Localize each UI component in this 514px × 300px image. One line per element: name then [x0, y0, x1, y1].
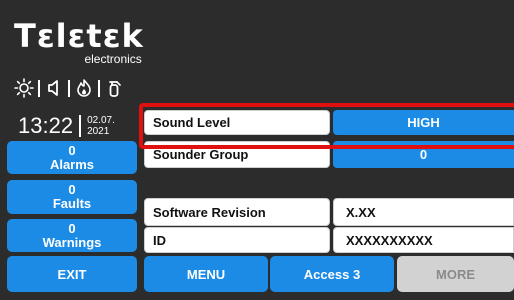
faults-label: Faults: [52, 196, 92, 211]
alarms-count: 0: [68, 142, 76, 158]
access-level-button[interactable]: Access 3: [270, 256, 394, 292]
sun-brightness-icon: [14, 78, 34, 98]
exit-button[interactable]: EXIT: [7, 256, 137, 292]
clock-date-year: 2021: [87, 126, 110, 137]
panel-screen: Tɛlɛtɛk electronics 13:22 02.07. 2021 0 …: [0, 0, 514, 300]
faults-count: 0: [68, 182, 76, 197]
separator: [79, 115, 82, 137]
date-time-display: 13:22 02.07. 2021: [18, 112, 128, 140]
separator: [68, 79, 70, 97]
separator: [38, 79, 40, 97]
brand-logo: Tɛlɛtɛk electronics: [14, 20, 144, 66]
status-icons-bar: [14, 78, 124, 98]
more-button[interactable]: MORE: [397, 256, 514, 292]
fire-extinguisher-icon: [104, 78, 124, 98]
brand-name: Tɛlɛtɛk: [14, 17, 144, 55]
id-value: XXXXXXXXXX: [333, 227, 514, 253]
alarms-button[interactable]: 0 Alarms: [7, 141, 137, 174]
speaker-icon: [44, 78, 64, 98]
clock-time: 13:22: [18, 113, 74, 138]
software-revision-label: Software Revision: [144, 198, 330, 226]
clock-date-day: 02.07.: [87, 115, 115, 126]
warnings-label: Warnings: [42, 234, 102, 250]
sound-level-label: Sound Level: [144, 110, 330, 135]
sounder-group-label: Sounder Group: [144, 141, 330, 168]
fire-flame-icon: [74, 78, 94, 98]
id-label: ID: [144, 227, 330, 253]
sound-level-value[interactable]: HIGH: [333, 110, 514, 135]
separator: [98, 79, 100, 97]
warnings-count: 0: [68, 220, 76, 236]
faults-button[interactable]: 0 Faults: [7, 180, 137, 214]
sounder-group-value[interactable]: 0: [333, 141, 514, 168]
menu-button[interactable]: MENU: [144, 256, 268, 292]
clock-date: 02.07. 2021: [87, 115, 115, 137]
warnings-button[interactable]: 0 Warnings: [7, 219, 137, 252]
software-revision-value: X.XX: [333, 198, 514, 226]
alarms-label: Alarms: [49, 156, 95, 172]
